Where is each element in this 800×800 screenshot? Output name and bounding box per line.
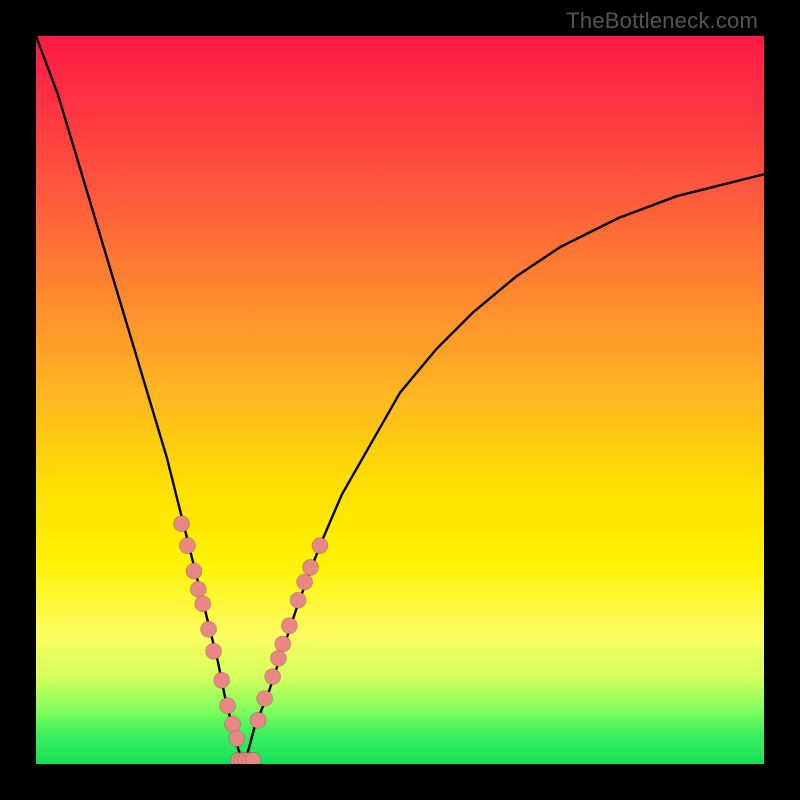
- data-marker: [290, 592, 306, 608]
- data-marker: [214, 672, 230, 688]
- chart-frame: TheBottleneck.com: [0, 0, 800, 800]
- data-marker: [281, 618, 297, 634]
- data-marker: [312, 538, 328, 554]
- data-marker: [229, 731, 245, 747]
- data-marker: [257, 691, 273, 707]
- data-marker: [297, 574, 313, 590]
- data-marker: [206, 643, 222, 659]
- data-marker: [190, 581, 206, 597]
- plot-area: [36, 36, 764, 764]
- data-marker: [250, 712, 266, 728]
- data-marker: [201, 621, 217, 637]
- data-marker: [186, 563, 202, 579]
- bottleneck-curve: [36, 36, 764, 764]
- data-marker: [174, 516, 190, 532]
- data-marker: [303, 559, 319, 575]
- data-marker: [265, 669, 281, 685]
- marker-cluster-right: [250, 538, 328, 729]
- marker-cluster-bottom: [230, 752, 261, 764]
- data-marker: [195, 596, 211, 612]
- data-marker: [179, 538, 195, 554]
- marker-cluster-left: [174, 516, 245, 747]
- chart-svg: [36, 36, 764, 764]
- data-marker: [275, 636, 291, 652]
- data-marker: [225, 716, 241, 732]
- data-marker: [220, 698, 236, 714]
- data-marker: [270, 650, 286, 666]
- watermark-text: TheBottleneck.com: [566, 8, 758, 34]
